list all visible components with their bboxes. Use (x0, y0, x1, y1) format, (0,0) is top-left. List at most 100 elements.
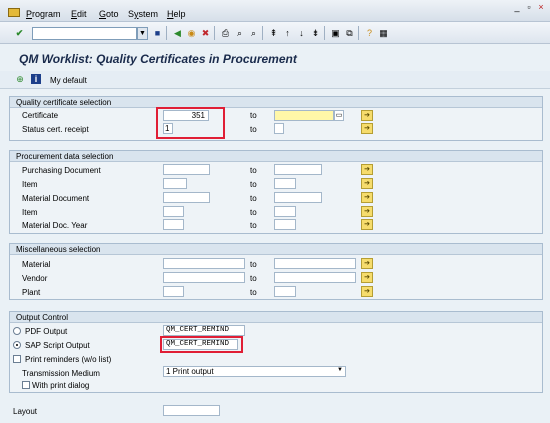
print-reminders-label: Print reminders (w/o list) (25, 355, 112, 364)
layout-label: Layout (13, 407, 38, 416)
to-label: to (250, 194, 257, 203)
menu-program[interactable]: Program (26, 9, 61, 19)
group-title: Procurement data selection (10, 151, 542, 162)
mat-doc-item-from-field[interactable] (163, 206, 184, 217)
plant-from-field[interactable] (163, 286, 184, 297)
multiple-selection-icon[interactable]: ➔ (361, 206, 373, 217)
material-doc-year-from-field[interactable] (163, 219, 184, 230)
transmission-medium-select[interactable]: 1 Print output (163, 366, 346, 377)
vendor-from-field[interactable] (163, 272, 245, 283)
multiple-selection-icon[interactable]: ➔ (361, 219, 373, 230)
find-next-icon[interactable]: ⌕ (248, 27, 259, 39)
purchasing-document-label: Purchasing Document (22, 166, 101, 175)
item-label: Item (22, 180, 38, 189)
first-page-icon[interactable]: ⇞ (268, 27, 279, 39)
vendor-to-field[interactable] (274, 272, 356, 283)
menu-label: rogram (32, 9, 61, 19)
to-label: to (250, 288, 257, 297)
print-dialog-checkbox[interactable] (22, 381, 30, 389)
purchasing-document-to-field[interactable] (274, 164, 322, 175)
menu-label: elp (173, 9, 186, 19)
save-icon[interactable]: ■ (152, 27, 163, 39)
group-title: Output Control (10, 312, 542, 323)
material-from-field[interactable] (163, 258, 245, 269)
command-field-dropdown-icon[interactable]: ▼ (137, 27, 148, 40)
material-document-label: Material Document (22, 194, 90, 203)
item-from-field[interactable] (163, 178, 187, 189)
sap-script-output-radio[interactable] (13, 341, 21, 349)
pdf-form-field[interactable]: QM_CERT_REMIND (163, 325, 245, 336)
previous-page-icon[interactable]: ↑ (282, 27, 293, 39)
to-label: to (250, 208, 257, 217)
plant-to-field[interactable] (274, 286, 296, 297)
multiple-selection-icon[interactable]: ➔ (361, 192, 373, 203)
multiple-selection-icon[interactable]: ➔ (361, 110, 373, 121)
cancel-icon[interactable]: ✖ (200, 27, 211, 39)
multiple-selection-icon[interactable]: ➔ (361, 286, 373, 297)
to-label: to (250, 166, 257, 175)
toolbar-separator (166, 26, 167, 40)
next-page-icon[interactable]: ↓ (296, 27, 307, 39)
certificate-to-field[interactable] (274, 110, 334, 121)
minimize-icon[interactable]: _ (512, 2, 522, 13)
shortcut-icon[interactable]: ⧉ (344, 27, 355, 39)
execute-icon[interactable]: ⊕ (15, 74, 25, 84)
print-icon[interactable]: ⎙ (220, 27, 231, 39)
toolbar-separator (324, 26, 325, 40)
multiple-selection-icon[interactable]: ➔ (361, 123, 373, 134)
command-field[interactable] (32, 27, 137, 40)
create-session-icon[interactable]: ▣ (330, 27, 341, 39)
to-label: to (250, 260, 257, 269)
exit-icon[interactable]: ◉ (186, 27, 197, 39)
material-to-field[interactable] (274, 258, 356, 269)
search-help-icon[interactable]: ▭ (334, 110, 344, 121)
multiple-selection-icon[interactable]: ➔ (361, 272, 373, 283)
menu-edit[interactable]: Edit (71, 9, 87, 19)
to-label: to (250, 125, 257, 134)
status-from-field[interactable]: 1 (163, 123, 173, 134)
print-dialog-label: With print dialog (32, 381, 90, 390)
restore-icon[interactable]: ▫ (524, 2, 534, 13)
chevron-down-icon[interactable]: ▼ (337, 367, 343, 373)
pdf-output-radio[interactable] (13, 327, 21, 335)
menu-help[interactable]: Help (167, 9, 186, 19)
toolbar-separator (262, 26, 263, 40)
variant-label: My default (50, 76, 87, 85)
help-icon[interactable]: ? (364, 27, 375, 39)
material-doc-year-label: Material Doc. Year (22, 221, 88, 230)
info-icon[interactable]: i (31, 74, 41, 84)
layout-field[interactable] (163, 405, 220, 416)
menu-label: oto (106, 9, 119, 19)
menu-label: dit (77, 9, 87, 19)
item-to-field[interactable] (274, 178, 296, 189)
vendor-label: Vendor (22, 274, 48, 283)
group-title: Miscellaneous selection (10, 244, 542, 255)
print-reminders-checkbox[interactable] (13, 355, 21, 363)
back-icon[interactable]: ◀ (172, 27, 183, 39)
material-doc-year-to-field[interactable] (274, 219, 296, 230)
to-label: to (250, 221, 257, 230)
purchasing-document-from-field[interactable] (163, 164, 210, 175)
status-cert-receipt-label: Status cert. receipt (22, 125, 89, 134)
material-label: Material (22, 260, 51, 269)
item-label: Item (22, 208, 38, 217)
menu-system[interactable]: System (128, 9, 158, 19)
material-document-to-field[interactable] (274, 192, 322, 203)
material-document-from-field[interactable] (163, 192, 210, 203)
sap-script-output-label: SAP Script Output (25, 341, 90, 350)
enter-icon[interactable]: ✔ (14, 27, 25, 39)
menu-label: System (128, 9, 159, 19)
status-to-field[interactable] (274, 123, 284, 134)
multiple-selection-icon[interactable]: ➔ (361, 178, 373, 189)
transmission-medium-value: 1 Print output (166, 367, 214, 376)
layout-menu-icon[interactable]: ▦ (378, 27, 389, 39)
multiple-selection-icon[interactable]: ➔ (361, 164, 373, 175)
last-page-icon[interactable]: ⇟ (310, 27, 321, 39)
multiple-selection-icon[interactable]: ➔ (361, 258, 373, 269)
mat-doc-item-to-field[interactable] (274, 206, 296, 217)
group-title: Quality certificate selection (10, 97, 542, 108)
find-icon[interactable]: ⌕ (234, 27, 245, 39)
to-label: to (250, 180, 257, 189)
menu-goto[interactable]: Goto (99, 9, 119, 19)
close-icon[interactable]: × (536, 2, 546, 13)
